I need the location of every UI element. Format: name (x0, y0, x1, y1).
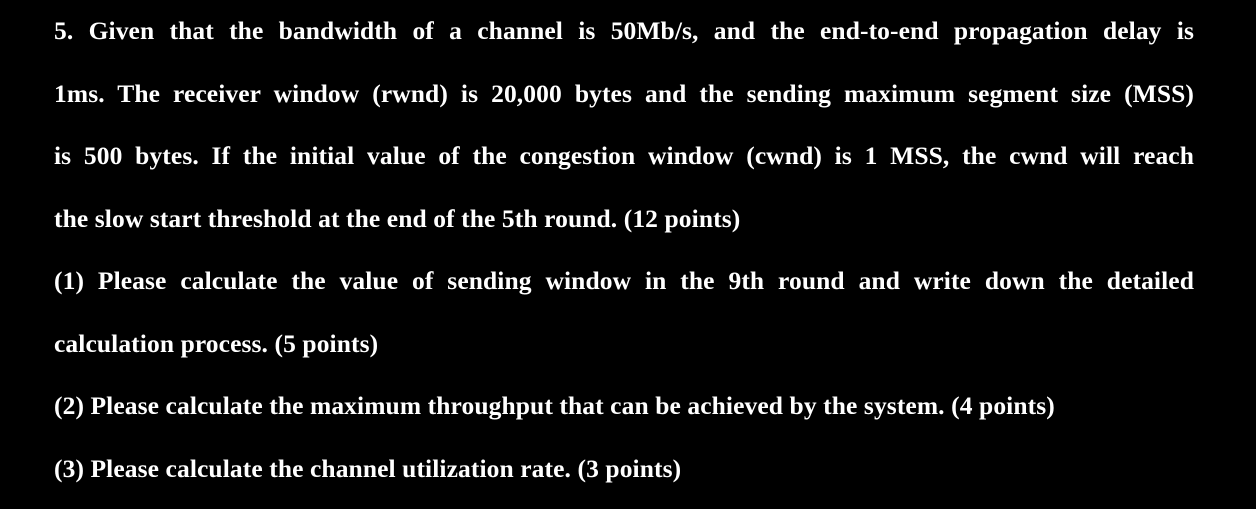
question-text-line-3: is 500 bytes. If the initial value of th… (54, 141, 1194, 170)
question-text-line-2: 1ms. The receiver window (rwnd) is 20,00… (54, 79, 1194, 108)
sub-question-3: (3) Please calculate the channel utiliza… (54, 454, 682, 483)
sub-question-1-line-2: calculation process. (5 points) (54, 329, 379, 358)
sub-question-2: (2) Please calculate the maximum through… (54, 391, 1055, 420)
question-text-line-1: 5. Given that the bandwidth of a channel… (54, 16, 1194, 45)
sub-question-1-line-1: (1) Please calculate the value of sendin… (54, 266, 1194, 295)
question-text-line-4: the slow start threshold at the end of t… (54, 204, 741, 233)
